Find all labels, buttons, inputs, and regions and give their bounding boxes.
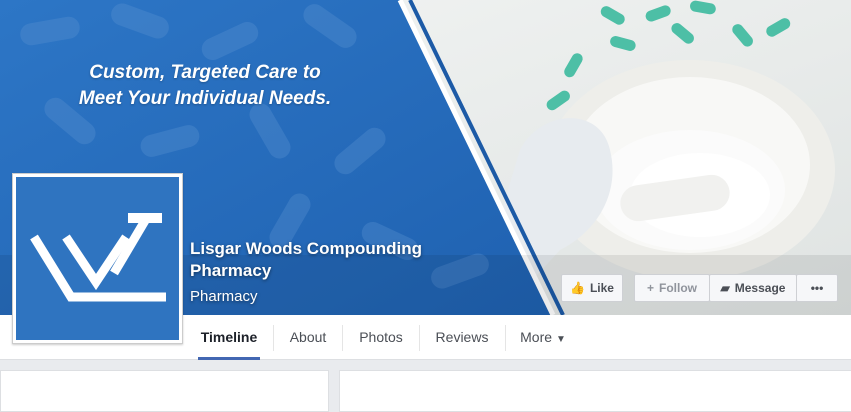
follow-button[interactable]: + Follow [634, 274, 710, 302]
tab-more-label: More [520, 329, 553, 345]
tagline-line-2: Meet Your Individual Needs. [78, 88, 332, 109]
page-category[interactable]: Pharmacy [190, 288, 258, 305]
tab-reviews[interactable]: Reviews [429, 315, 495, 359]
tab-about[interactable]: About [283, 315, 333, 359]
plus-icon: + [646, 281, 654, 295]
message-button[interactable]: ▰ Message [709, 274, 797, 302]
tab-more[interactable]: More ▼ [515, 315, 571, 359]
message-label: Message [734, 281, 786, 295]
tab-divider [419, 325, 420, 351]
speech-bubble-icon: ▰ [720, 281, 730, 295]
left-column-card [0, 370, 329, 412]
more-actions-label: ••• [810, 281, 824, 295]
follow-label: Follow [659, 281, 697, 295]
cover-tagline: Custom, Targeted Care to Meet Your Indiv… [40, 60, 370, 112]
pharmacy-logo [16, 177, 179, 340]
tab-divider [273, 325, 274, 351]
tab-divider [342, 325, 343, 351]
caret-down-icon: ▼ [555, 334, 566, 345]
thumbs-up-icon: 👍 [570, 281, 585, 295]
more-actions-button[interactable]: ••• [796, 274, 838, 302]
like-label: Like [589, 281, 614, 295]
tab-divider [505, 325, 506, 351]
like-button[interactable]: 👍 Like [561, 274, 623, 302]
profile-picture[interactable] [12, 173, 183, 344]
tab-photos[interactable]: Photos [352, 315, 410, 359]
page-name[interactable]: Lisgar Woods Compounding Pharmacy [190, 238, 490, 282]
tab-timeline[interactable]: Timeline [198, 315, 260, 360]
tagline-line-1: Custom, Targeted Care to [89, 62, 321, 83]
right-column-card [339, 370, 851, 412]
